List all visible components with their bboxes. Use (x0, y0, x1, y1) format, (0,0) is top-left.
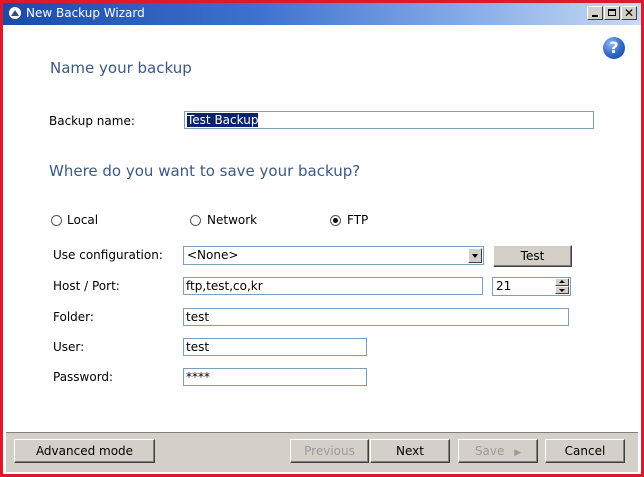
password-input[interactable]: **** (183, 368, 367, 386)
window-title: New Backup Wizard (26, 6, 145, 20)
port-stepper[interactable]: 21 (492, 277, 571, 296)
title-bar[interactable]: New Backup Wizard ✕ (3, 3, 641, 25)
next-button[interactable]: Next (370, 439, 450, 463)
backup-name-value: Test Backup (187, 113, 259, 127)
close-button[interactable]: ✕ (621, 6, 637, 20)
radio-network-label[interactable]: Network (207, 213, 257, 227)
radio-ftp[interactable] (330, 215, 341, 226)
backup-name-label: Backup name: (49, 114, 135, 128)
wizard-window: New Backup Wizard ✕ ? Name your backup B… (0, 0, 644, 477)
backup-name-input[interactable]: Test Backup (184, 111, 594, 129)
cancel-button[interactable]: Cancel (545, 439, 625, 463)
minimize-icon (592, 15, 598, 17)
test-button[interactable]: Test (493, 245, 572, 267)
save-location-heading: Where do you want to save your backup? (49, 162, 361, 180)
name-backup-heading: Name your backup (50, 59, 192, 77)
chevron-down-icon[interactable] (468, 248, 482, 263)
user-input[interactable]: test (183, 338, 367, 356)
configuration-value: <None> (187, 248, 239, 262)
advanced-mode-button[interactable]: Advanced mode (14, 439, 155, 463)
radio-local-label[interactable]: Local (67, 213, 98, 227)
password-label: Password: (53, 370, 114, 384)
minimize-button[interactable] (587, 6, 603, 20)
radio-local[interactable] (51, 215, 62, 226)
use-configuration-label: Use configuration: (53, 248, 163, 262)
folder-input[interactable]: test (183, 308, 569, 326)
folder-label: Folder: (53, 310, 94, 324)
stepper-down-icon[interactable] (555, 286, 569, 294)
close-icon: ✕ (624, 6, 635, 20)
save-button[interactable]: Save ▶ (458, 439, 538, 463)
previous-button[interactable]: Previous (290, 439, 369, 463)
host-port-label: Host / Port: (53, 279, 120, 293)
maximize-button[interactable] (604, 6, 620, 20)
chevron-right-icon: ▶ (514, 448, 522, 458)
save-button-label: Save (474, 444, 505, 458)
port-value: 21 (496, 279, 512, 293)
stepper-up-icon[interactable] (555, 278, 569, 286)
maximize-icon (608, 9, 616, 16)
app-icon (8, 6, 22, 20)
configuration-select[interactable]: <None> (183, 246, 484, 265)
help-icon[interactable]: ? (603, 37, 625, 59)
host-input[interactable]: ftp,test,co,kr (183, 277, 483, 295)
radio-ftp-label[interactable]: FTP (347, 213, 368, 227)
user-label: User: (53, 340, 85, 354)
radio-network[interactable] (190, 215, 201, 226)
